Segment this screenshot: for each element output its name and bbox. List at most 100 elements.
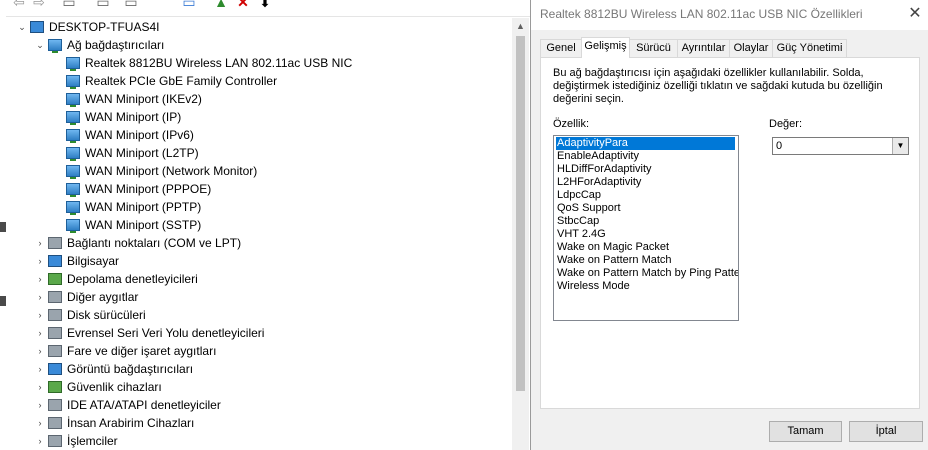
scroll-up-icon[interactable]: ▲ xyxy=(512,18,529,35)
device-category-icon xyxy=(48,255,62,267)
tree-item-label: Diğer aygıtlar xyxy=(67,290,139,304)
network-adapter-icon xyxy=(66,147,80,161)
network-adapter-icon xyxy=(48,39,62,53)
vertical-scrollbar[interactable]: ▲ xyxy=(512,18,529,450)
device-category-icon xyxy=(48,381,62,393)
tree-item-label: WAN Miniport (IPv6) xyxy=(85,128,194,142)
property-list-item[interactable]: Wake on Magic Packet xyxy=(556,241,669,254)
chevron-right-icon[interactable]: › xyxy=(34,306,46,324)
tree-item-label: Güvenlik cihazları xyxy=(67,380,162,394)
properties-icon[interactable]: ▭ xyxy=(60,0,78,10)
chevron-down-icon[interactable]: ⌄ xyxy=(16,18,28,36)
property-list-item[interactable]: L2HForAdaptivity xyxy=(556,176,641,189)
property-list-item[interactable]: HLDiffForAdaptivity xyxy=(556,163,652,176)
network-adapter-icon xyxy=(66,129,80,143)
properties-dialog: Realtek 8812BU Wireless LAN 802.11ac USB… xyxy=(530,0,928,450)
property-list-item[interactable]: VHT 2.4G xyxy=(556,228,606,241)
tree-item-label: Evrensel Seri Veri Yolu denetleyicileri xyxy=(67,326,265,340)
chevron-right-icon[interactable]: › xyxy=(34,414,46,432)
device-category-icon xyxy=(48,345,62,357)
chevron-right-icon[interactable]: › xyxy=(34,378,46,396)
chevron-right-icon[interactable]: › xyxy=(34,324,46,342)
disable-device-icon[interactable]: ⬇ xyxy=(256,0,274,10)
cancel-button[interactable]: İptal xyxy=(849,421,923,442)
property-list-item[interactable]: Wake on Pattern Match xyxy=(556,254,672,267)
device-manager-panel: ⇦ ⇨ ▭ ▭ ▭ ▭ ▲ ✕ ⬇ ⌄ DESKTOP-TFUAS4I ⌄ Ağ ba… xyxy=(6,0,530,450)
value-dropdown[interactable]: 0 ▼ xyxy=(772,137,909,155)
property-list[interactable]: AdaptivityPara EnableAdaptivity HLDiffForA… xyxy=(553,135,739,321)
property-list-item[interactable]: EnableAdaptivity xyxy=(556,150,639,163)
network-adapter-icon xyxy=(66,93,80,107)
tab-general[interactable]: Genel xyxy=(540,39,582,57)
property-label: Özellik: xyxy=(553,118,590,130)
device-tree: ⌄ DESKTOP-TFUAS4I ⌄ Ağ bağdaştırıcıları Real… xyxy=(6,18,512,450)
scrollbar-thumb[interactable] xyxy=(516,36,525,391)
tree-item-label: DESKTOP-TFUAS4I xyxy=(49,20,160,34)
title-bar: Realtek 8812BU Wireless LAN 802.11ac USB… xyxy=(531,0,928,30)
advanced-tab-panel: Bu ağ bağdaştırıcısı için aşağıdaki özel… xyxy=(540,57,920,409)
network-adapter-icon xyxy=(66,201,80,215)
scan-icon[interactable]: ▭ xyxy=(122,0,140,10)
tree-item-label: WAN Miniport (SSTP) xyxy=(85,218,202,232)
monitor-icon[interactable]: ▭ xyxy=(180,0,198,10)
tab-driver[interactable]: Sürücü xyxy=(629,39,678,57)
tree-item-label: Görüntü bağdaştırıcıları xyxy=(67,362,194,376)
chevron-right-icon[interactable]: › xyxy=(34,270,46,288)
chevron-right-icon[interactable]: › xyxy=(34,288,46,306)
tree-item-label: Bağlantı noktaları (COM ve LPT) xyxy=(67,236,242,250)
network-adapter-icon xyxy=(66,75,80,89)
tree-item-label: WAN Miniport (PPTP) xyxy=(85,200,202,214)
property-list-item[interactable]: StbcCap xyxy=(556,215,599,228)
tree-item-label: Bilgisayar xyxy=(67,254,120,268)
chevron-right-icon[interactable]: › xyxy=(34,252,46,270)
chevron-right-icon[interactable]: › xyxy=(34,432,46,450)
network-adapter-icon xyxy=(66,219,80,233)
update-driver-icon[interactable]: ▲ xyxy=(212,0,230,10)
chevron-right-icon[interactable]: › xyxy=(34,396,46,414)
back-arrow-icon[interactable]: ⇦ xyxy=(10,0,28,10)
dialog-title: Realtek 8812BU Wireless LAN 802.11ac USB… xyxy=(540,7,863,21)
property-list-item[interactable]: AdaptivityPara xyxy=(556,137,735,150)
tree-item-label: Fare ve diğer işaret aygıtları xyxy=(67,344,217,358)
tree-item-label: WAN Miniport (PPPOE) xyxy=(85,182,212,196)
tree-item-label: WAN Miniport (L2TP) xyxy=(85,146,199,160)
network-adapter-icon xyxy=(66,165,80,179)
device-category-icon xyxy=(48,363,62,375)
tree-item-label: WAN Miniport (IP) xyxy=(85,110,182,124)
tree-item-label: İşlemciler xyxy=(67,434,118,448)
device-category-icon xyxy=(48,435,62,447)
value-label: Değer: xyxy=(769,118,803,130)
chevron-right-icon[interactable]: › xyxy=(34,234,46,252)
tree-item-label: İnsan Arabirim Cihazları xyxy=(67,416,195,430)
chevron-down-icon[interactable]: ▼ xyxy=(892,138,908,154)
forward-arrow-icon[interactable]: ⇨ xyxy=(30,0,48,10)
tab-details[interactable]: Ayrıntılar xyxy=(677,39,730,57)
tab-power-management[interactable]: Güç Yönetimi xyxy=(772,39,847,57)
property-list-item[interactable]: Wireless Mode xyxy=(556,280,630,293)
device-category-icon xyxy=(48,291,62,303)
chevron-right-icon[interactable]: › xyxy=(34,342,46,360)
network-adapter-icon xyxy=(66,57,80,71)
chevron-down-icon[interactable]: ⌄ xyxy=(34,36,46,54)
ok-button[interactable]: Tamam xyxy=(769,421,842,442)
device-category-icon xyxy=(48,237,62,249)
device-category-icon xyxy=(48,399,62,411)
tab-advanced[interactable]: Gelişmiş xyxy=(581,37,630,58)
value-text: 0 xyxy=(776,140,783,152)
uninstall-icon[interactable]: ✕ xyxy=(234,0,252,10)
tab-events[interactable]: Olaylar xyxy=(729,39,773,57)
computer-icon xyxy=(30,21,44,33)
help-icon[interactable]: ▭ xyxy=(94,0,112,10)
property-list-item[interactable]: Wake on Pattern Match by Ping Patte xyxy=(556,267,738,280)
device-category-icon xyxy=(48,309,62,321)
property-list-item[interactable]: LdpcCap xyxy=(556,189,601,202)
tree-item-label: WAN Miniport (Network Monitor) xyxy=(85,164,258,178)
tree-item-label: WAN Miniport (IKEv2) xyxy=(85,92,202,106)
property-list-item[interactable]: QoS Support xyxy=(556,202,621,215)
device-category-icon xyxy=(48,327,62,339)
close-icon[interactable]: ✕ xyxy=(902,3,928,25)
toolbar: ⇦ ⇨ ▭ ▭ ▭ ▭ ▲ ✕ ⬇ xyxy=(6,0,530,17)
chevron-right-icon[interactable]: › xyxy=(34,360,46,378)
description-text: Bu ağ bağdaştırıcısı için aşağıdaki özel… xyxy=(553,67,883,105)
network-adapter-icon xyxy=(66,111,80,125)
